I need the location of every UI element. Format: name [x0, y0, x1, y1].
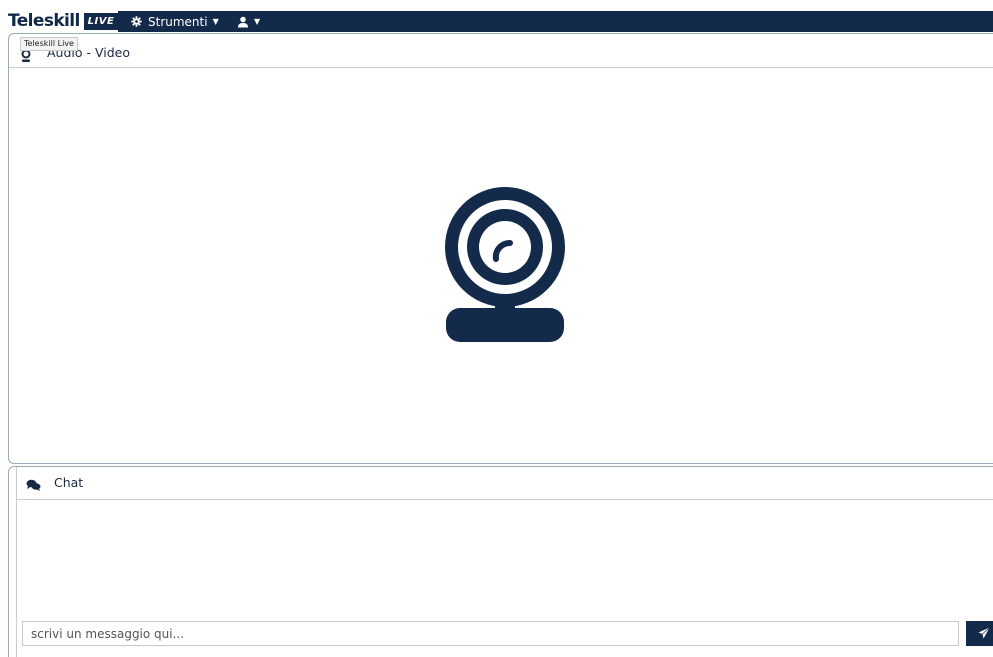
user-menu[interactable]: ▼	[237, 11, 260, 32]
comments-icon	[26, 476, 41, 495]
audio-video-panel: Audio - Video	[8, 33, 993, 464]
webcam-icon	[437, 183, 577, 347]
chat-container: Chat	[16, 467, 993, 657]
chevron-down-icon: ▼	[212, 17, 219, 26]
send-button[interactable]	[966, 621, 993, 646]
brand-name: Teleskill	[8, 11, 80, 31]
audio-video-header: Audio - Video	[9, 34, 993, 68]
top-navbar: Teleskill LIVE Strumenti ▼ ▼	[0, 11, 993, 32]
chat-panel: Chat	[8, 466, 993, 657]
brand-logo[interactable]: Teleskill LIVE	[0, 11, 118, 32]
chevron-down-icon: ▼	[254, 17, 261, 26]
paper-plane-icon	[978, 624, 990, 643]
chat-message-input[interactable]	[22, 621, 959, 646]
tools-menu-label: Strumenti	[148, 14, 208, 29]
brand-tooltip: Teleskill Live	[20, 37, 78, 51]
chat-title: Chat	[54, 475, 84, 490]
tools-menu[interactable]: Strumenti ▼	[131, 11, 219, 32]
gear-icon	[131, 16, 142, 27]
user-icon	[237, 16, 249, 28]
live-badge: LIVE	[84, 13, 118, 30]
chat-header: Chat	[17, 467, 993, 500]
